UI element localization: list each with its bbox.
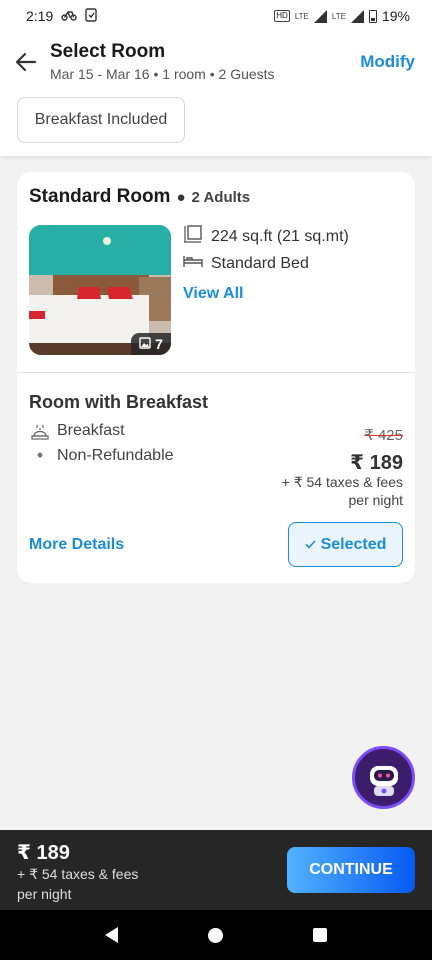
separator-dot: ● xyxy=(176,189,186,206)
discounted-price: ₹ 189 xyxy=(350,452,403,474)
modify-button[interactable]: Modify xyxy=(360,52,415,72)
signal-icon-1 xyxy=(313,9,327,23)
gallery-icon xyxy=(139,336,151,352)
room-size-icon xyxy=(183,224,203,249)
signal-icon-2 xyxy=(350,9,364,23)
status-left: 2:19 xyxy=(26,7,97,25)
bottom-price-bar: ₹ 189 + ₹ 54 taxes & fees per night CONT… xyxy=(0,830,432,910)
inclusion-label: Breakfast xyxy=(57,422,125,439)
room-area-row: 224 sq.ft (21 sq.mt) xyxy=(183,224,349,249)
view-all-link[interactable]: View All xyxy=(183,285,243,303)
total-per-night: per night xyxy=(17,886,72,902)
inclusion-label: Non-Refundable xyxy=(57,446,174,464)
nav-back-icon[interactable] xyxy=(105,927,118,943)
photo-count-badge: 7 xyxy=(131,333,171,355)
per-night-label: per night xyxy=(348,492,403,508)
card-divider xyxy=(17,372,415,373)
bullet-dot-icon: • xyxy=(36,445,44,465)
original-price: ₹ 425 xyxy=(364,427,403,444)
system-nav-bar xyxy=(0,910,432,960)
robot-icon xyxy=(369,765,398,796)
bike-notification-icon xyxy=(61,8,77,24)
more-details-link[interactable]: More Details xyxy=(29,536,124,554)
battery-percent: 19% xyxy=(381,8,410,24)
inclusion-breakfast: Breakfast xyxy=(29,422,125,440)
inclusion-refund-policy: • Non-Refundable xyxy=(29,445,174,466)
room-area: 224 sq.ft (21 sq.mt) xyxy=(211,227,349,245)
header: Select Room Mar 15 - Mar 16 • 1 room • 2… xyxy=(0,32,432,156)
network-label-1: LTE xyxy=(294,11,309,21)
stay-summary: Mar 15 - Mar 16 • 1 room • 2 Guests xyxy=(50,66,275,82)
selected-button[interactable]: Selected xyxy=(288,522,403,567)
room-name: Standard Room xyxy=(29,186,171,207)
breakfast-icon xyxy=(29,422,51,440)
nav-recents-icon[interactable] xyxy=(313,928,327,942)
continue-button[interactable]: CONTINUE xyxy=(287,847,415,893)
photo-count: 7 xyxy=(155,336,163,352)
chatbot-button[interactable] xyxy=(352,746,415,809)
back-arrow-icon[interactable] xyxy=(12,48,40,76)
total-price: ₹ 189 xyxy=(17,842,70,864)
room-heading: Standard Room ● 2 Adults xyxy=(29,186,250,208)
total-taxes: + ₹ 54 taxes & fees xyxy=(17,866,139,882)
room-photo[interactable]: 7 xyxy=(29,225,171,355)
selected-label: Selected xyxy=(320,535,387,553)
breakfast-included-filter-chip[interactable]: Breakfast Included xyxy=(17,97,185,143)
rate-plan-title: Room with Breakfast xyxy=(29,392,209,412)
bed-type-row: Standard Bed xyxy=(183,253,309,274)
status-time: 2:19 xyxy=(26,8,54,24)
nav-home-icon[interactable] xyxy=(208,927,223,943)
checkmark-icon xyxy=(305,536,316,554)
network-label-2: LTE xyxy=(331,11,346,21)
room-occupancy: 2 Adults xyxy=(191,189,251,206)
room-card: Standard Room ● 2 Adults 7 224 sq.ft (21… xyxy=(17,172,415,583)
battery-icon xyxy=(368,9,377,23)
status-bar: 2:19 HD LTE LTE 19% xyxy=(0,0,432,32)
status-right: HD LTE LTE 19% xyxy=(274,8,410,24)
screenshot-notification-icon xyxy=(85,7,97,25)
hd-badge: HD xyxy=(274,10,290,22)
taxes-and-fees: + ₹ 54 taxes & fees xyxy=(281,474,403,490)
bed-type: Standard Bed xyxy=(211,254,309,272)
bed-icon xyxy=(183,253,203,274)
page-title: Select Room xyxy=(50,41,166,62)
